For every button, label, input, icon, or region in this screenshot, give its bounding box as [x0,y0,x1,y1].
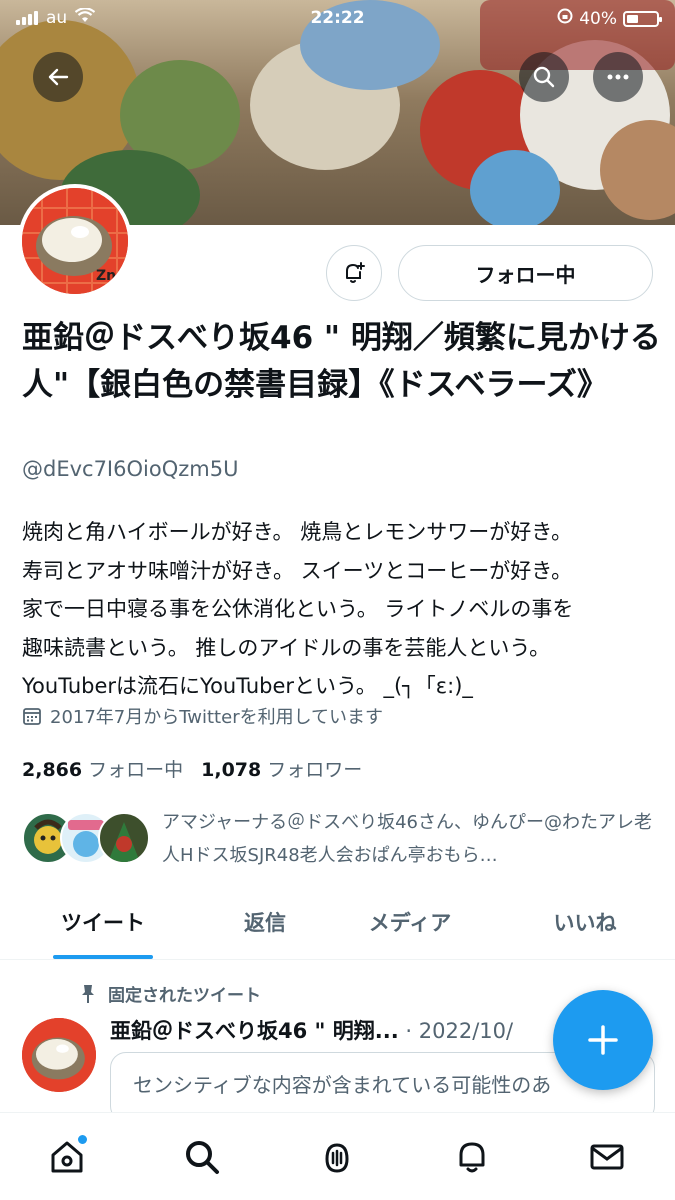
status-bar: au 22:22 40% [0,0,675,38]
joined-text: 2017年7月からTwitterを利用しています [50,707,384,728]
more-icon [607,74,629,80]
battery-icon [623,10,662,27]
home-notification-dot [78,1135,87,1144]
spaces-mic-icon [325,1143,349,1173]
following-link[interactable]: 2,866 フォロー中 [22,755,183,782]
pinned-label: 固定されたツイート [108,986,261,1006]
tab-tweets[interactable]: ツイート [30,883,176,960]
tweet-header: 亜鉛＠ドスべり坂46 " 明翔... · 2022/10/ [110,1015,580,1045]
following-label: フォロー中 [88,759,184,781]
orientation-lock-icon [557,8,573,29]
profile-name: 亜鉛＠ドスべり坂46 " 明翔／頻繁に見かける人"【銀白色の禁書目録】《ドスベラ… [22,320,661,403]
search-icon [533,66,555,88]
followers-you-know-text: アマジャーナる＠ドスべり坂46さん、ゆんぴー@わたアレ老人Hドス坂SJR48老人… [162,812,653,866]
compose-button[interactable] [553,990,653,1090]
nav-home[interactable] [45,1135,89,1179]
profile-tabs: ツイート 返信 メディア いいね [0,883,675,960]
back-button[interactable] [33,52,83,102]
svg-text:Zn: Zn [96,268,116,284]
mail-icon [590,1144,624,1170]
follow-stats: 2,866 フォロー中 1,078 フォロワー [22,755,362,782]
notification-bell-icon [346,262,365,283]
pin-icon [82,984,94,1003]
notify-button[interactable] [326,245,382,301]
pinned-tweet-header: 固定されたツイート [80,981,261,1006]
followers-you-know[interactable]: アマジャーナる＠ドスべり坂46さん、ゆんぴー@わたアレ老人Hドス坂SJR48老人… [22,806,652,872]
search-button[interactable] [519,52,569,102]
back-arrow-icon [48,68,69,86]
nav-explore[interactable] [180,1135,224,1179]
following-count: 2,866 [22,759,83,781]
more-button[interactable] [593,52,643,102]
tab-media[interactable]: メディア [340,883,480,960]
bottom-navigation [0,1112,675,1200]
battery-fill [627,14,639,23]
nav-messages[interactable] [585,1135,629,1179]
tweet-author-name[interactable]: 亜鉛＠ドスべり坂46 " 明翔... [110,1019,399,1043]
nav-spaces[interactable] [315,1135,359,1179]
tweet-author-avatar[interactable] [22,1018,96,1092]
compose-plus-icon [588,1025,618,1055]
follower-avatar [98,812,150,864]
profile-bio: 焼肉と角ハイボールが好き。 焼鳥とレモンサワーが好き。 寿司とアオサ味噌汁が好き… [22,520,574,698]
tweet-date: · 2022/10/ [405,1019,514,1043]
profile-avatar[interactable]: Zn [18,184,132,298]
followers-count: 1,078 [201,759,262,781]
battery-percent: 40% [579,8,617,29]
calendar-icon [23,708,41,725]
following-button[interactable]: フォロー中 [398,245,653,301]
tab-replies[interactable]: 返信 [210,883,320,960]
search-icon [186,1141,219,1174]
bell-icon [459,1142,485,1173]
active-tab-indicator [53,955,153,959]
joined-date: 2017年7月からTwitterを利用しています [22,703,383,729]
oyster-avatar-image: Zn [22,188,128,294]
followers-link[interactable]: 1,078 フォロワー [201,755,362,782]
tab-likes[interactable]: いいね [520,883,650,960]
followers-label: フォロワー [267,759,363,781]
profile-handle: @dEvc7I6OioQzm5U [22,457,239,481]
nav-notifications[interactable] [450,1135,494,1179]
